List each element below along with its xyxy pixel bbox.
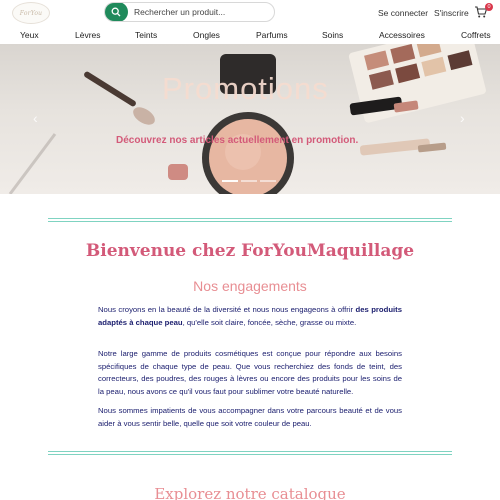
catalog-title: Explorez notre catalogue xyxy=(154,485,346,500)
carousel-dot[interactable] xyxy=(222,180,238,182)
carousel-indicators xyxy=(222,180,276,182)
login-link[interactable]: Se connecter xyxy=(378,8,428,18)
search-icon xyxy=(111,7,121,17)
welcome-title: Bienvenue chez ForYouMaquillage xyxy=(85,241,415,261)
hero-background-image xyxy=(8,44,486,194)
paragraph-text: Nous croyons en la beauté de la diversit… xyxy=(98,305,356,314)
carousel-next-icon[interactable]: › xyxy=(460,110,465,126)
makeup-brush xyxy=(84,71,155,125)
hero-title: Promotions xyxy=(162,71,329,106)
signup-link[interactable]: S'inscrire xyxy=(434,8,469,18)
promo-carousel[interactable]: Promotions Découvrez nos articles actuel… xyxy=(0,44,500,194)
nav-item-soins[interactable]: Soins xyxy=(322,30,343,40)
nav-item-teints[interactable]: Teints xyxy=(135,30,157,40)
paragraph-products: Notre large gamme de produits cosmétique… xyxy=(98,349,402,396)
category-nav: Yeux Lèvres Teints Ongles Parfums Soins … xyxy=(0,28,500,44)
logo-text: ForYou xyxy=(19,9,43,17)
search-button[interactable] xyxy=(105,3,128,21)
cart-count-badge: 0 xyxy=(485,3,493,11)
nav-item-coffrets[interactable]: Coffrets xyxy=(461,30,491,40)
carousel-dot[interactable] xyxy=(241,180,257,182)
paragraph-text: , qu'elle soit claire, foncée, sèche, gr… xyxy=(182,317,357,327)
nav-item-levres[interactable]: Lèvres xyxy=(75,30,101,40)
nav-item-yeux[interactable]: Yeux xyxy=(20,30,39,40)
search-input[interactable] xyxy=(128,7,268,17)
carousel-dot[interactable] xyxy=(260,180,276,182)
paragraph-diversity: Nous croyons en la beauté de la diversit… xyxy=(98,304,402,329)
site-logo[interactable]: ForYou xyxy=(12,2,50,24)
section-divider xyxy=(48,218,452,222)
section-divider xyxy=(48,451,452,455)
nav-item-ongles[interactable]: Ongles xyxy=(193,30,220,40)
nav-item-accessoires[interactable]: Accessoires xyxy=(379,30,425,40)
nav-item-parfums[interactable]: Parfums xyxy=(256,30,288,40)
paragraph-commitment: Nous sommes impatients de vous accompagn… xyxy=(98,406,402,428)
carousel-prev-icon[interactable]: ‹ xyxy=(33,110,38,126)
hero-subtitle[interactable]: Découvrez nos articles actuellement en p… xyxy=(116,135,358,146)
search-bar xyxy=(104,2,275,22)
header: ForYou Se connecter S'inscrire 0 xyxy=(0,0,500,26)
engagements-subtitle: Nos engagements xyxy=(193,278,307,294)
